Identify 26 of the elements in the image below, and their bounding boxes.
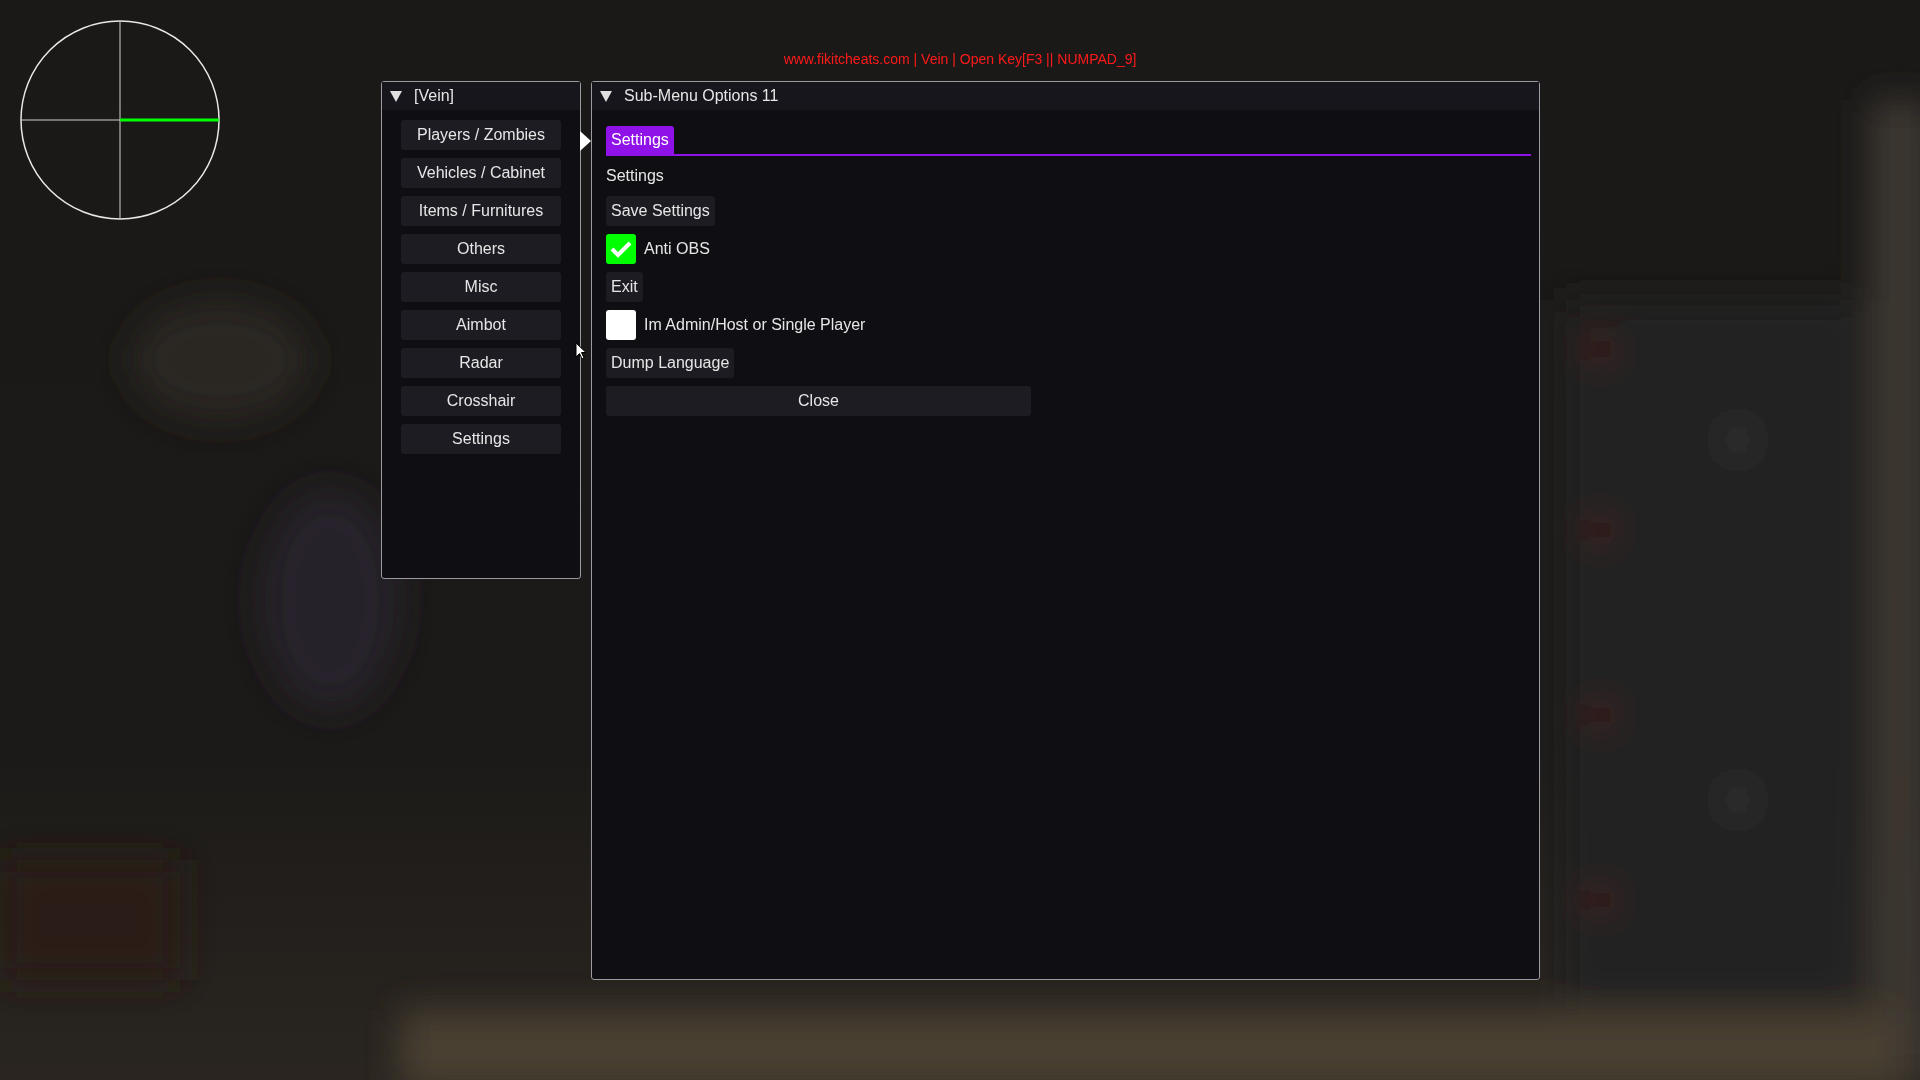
tab[interactable]: Settings (606, 126, 674, 154)
menu-button[interactable]: Others (401, 234, 561, 264)
menu-button[interactable]: Settings (401, 424, 561, 454)
menu-button[interactable]: Items / Furnitures (401, 196, 561, 226)
collapse-icon[interactable] (390, 90, 402, 102)
action-button[interactable]: Close (606, 386, 1031, 416)
action-button[interactable]: Dump Language (606, 348, 735, 378)
section-label: Settings (606, 166, 664, 186)
banner-text: www.fikitcheats.com | Vein | Open Key[F3 || NUMPAD_9] (782, 50, 1138, 69)
menu-button[interactable]: Vehicles / Cabinet (401, 158, 561, 188)
window-title: Sub-Menu Options 11 (624, 86, 779, 106)
collapse-icon[interactable] (600, 90, 612, 102)
checkbox-label: Anti OBS (644, 239, 710, 259)
menu-button[interactable]: Radar (401, 348, 561, 378)
window-title: [Vein] (414, 86, 455, 106)
checkbox[interactable] (606, 310, 636, 340)
action-button[interactable]: Exit (606, 272, 643, 302)
checkbox-label: Im Admin/Host or Single Player (644, 315, 866, 335)
menu-button[interactable]: Players / Zombies (401, 120, 561, 150)
menu-button[interactable]: Misc (401, 272, 561, 302)
checkbox[interactable] (606, 234, 636, 264)
action-button[interactable]: Save Settings (606, 196, 715, 226)
arrow-icon (580, 131, 591, 151)
menu-button[interactable]: Aimbot (401, 310, 561, 340)
cursor-icon (575, 342, 587, 360)
menu-button[interactable]: Crosshair (401, 386, 561, 416)
